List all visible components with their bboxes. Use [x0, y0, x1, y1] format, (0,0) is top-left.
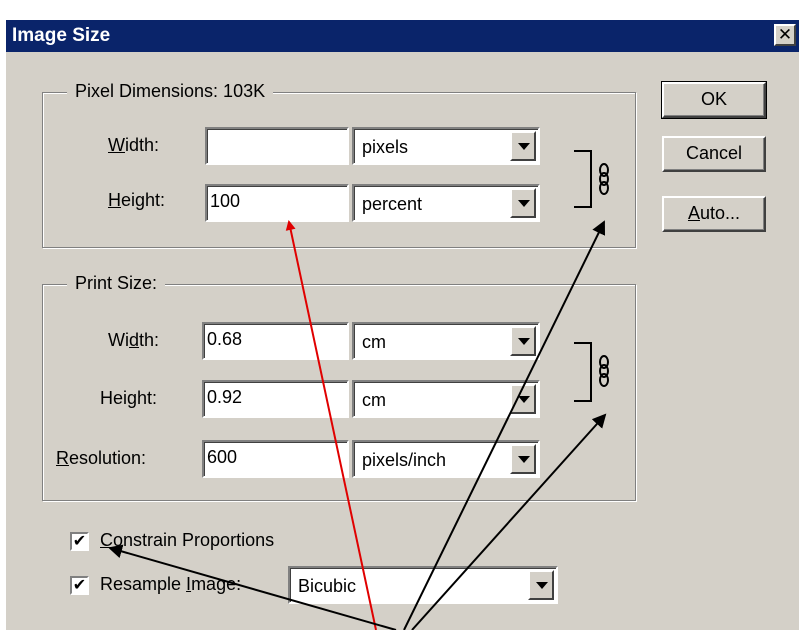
arrow-to-pixel-chain	[403, 220, 606, 630]
red-arrow-to-height-field	[285, 220, 377, 630]
arrow-to-print-chain	[411, 413, 607, 630]
arrow-to-constrain-checkbox	[108, 544, 397, 630]
annotation-arrows	[108, 220, 607, 630]
